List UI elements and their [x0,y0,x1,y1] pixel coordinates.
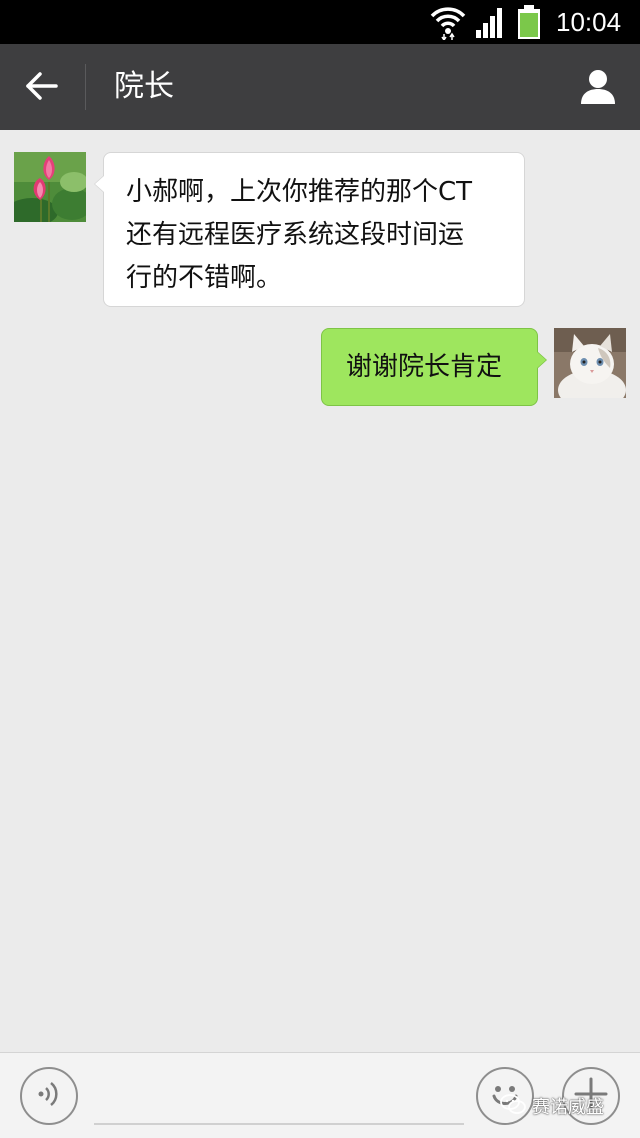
signal-icon [474,6,506,38]
message-text: 谢谢院长肯定 [346,352,503,382]
message-line-1: 小郝啊，上次你推荐的那个CT [126,177,473,207]
message-line-3: 行的不错啊。 [126,263,283,293]
white-cat-avatar[interactable] [554,328,626,398]
voice-wave-icon [36,1079,62,1113]
voice-button[interactable] [20,1067,78,1125]
message-line-2: 还有远程医疗系统这段时间运 [126,220,465,250]
person-icon [579,67,617,109]
message-input[interactable] [94,1067,464,1125]
watermark-text: 赛诺威盛 [532,1097,604,1118]
status-time: 10:04 [556,7,622,37]
wechat-icon [500,1093,526,1120]
chat-title: 院长 [114,69,174,104]
wifi-icon [430,4,466,42]
message-bubble-sent[interactable]: 谢谢院长肯定 [321,328,547,406]
message-bubble-received[interactable]: 小郝啊，上次你推荐的那个CT 还有远程医疗系统这段时间运 行的不错啊。 [94,152,525,307]
status-bar: 10:04 [0,0,640,44]
header-divider [85,64,86,110]
watermark: 赛诺威盛 [500,1090,604,1122]
back-button[interactable] [16,62,68,114]
battery-icon [516,5,542,39]
arrow-left-icon [26,72,58,104]
lotus-flower-avatar[interactable] [14,152,86,222]
chat-header: 院长 [0,44,640,130]
profile-button[interactable] [572,62,624,114]
